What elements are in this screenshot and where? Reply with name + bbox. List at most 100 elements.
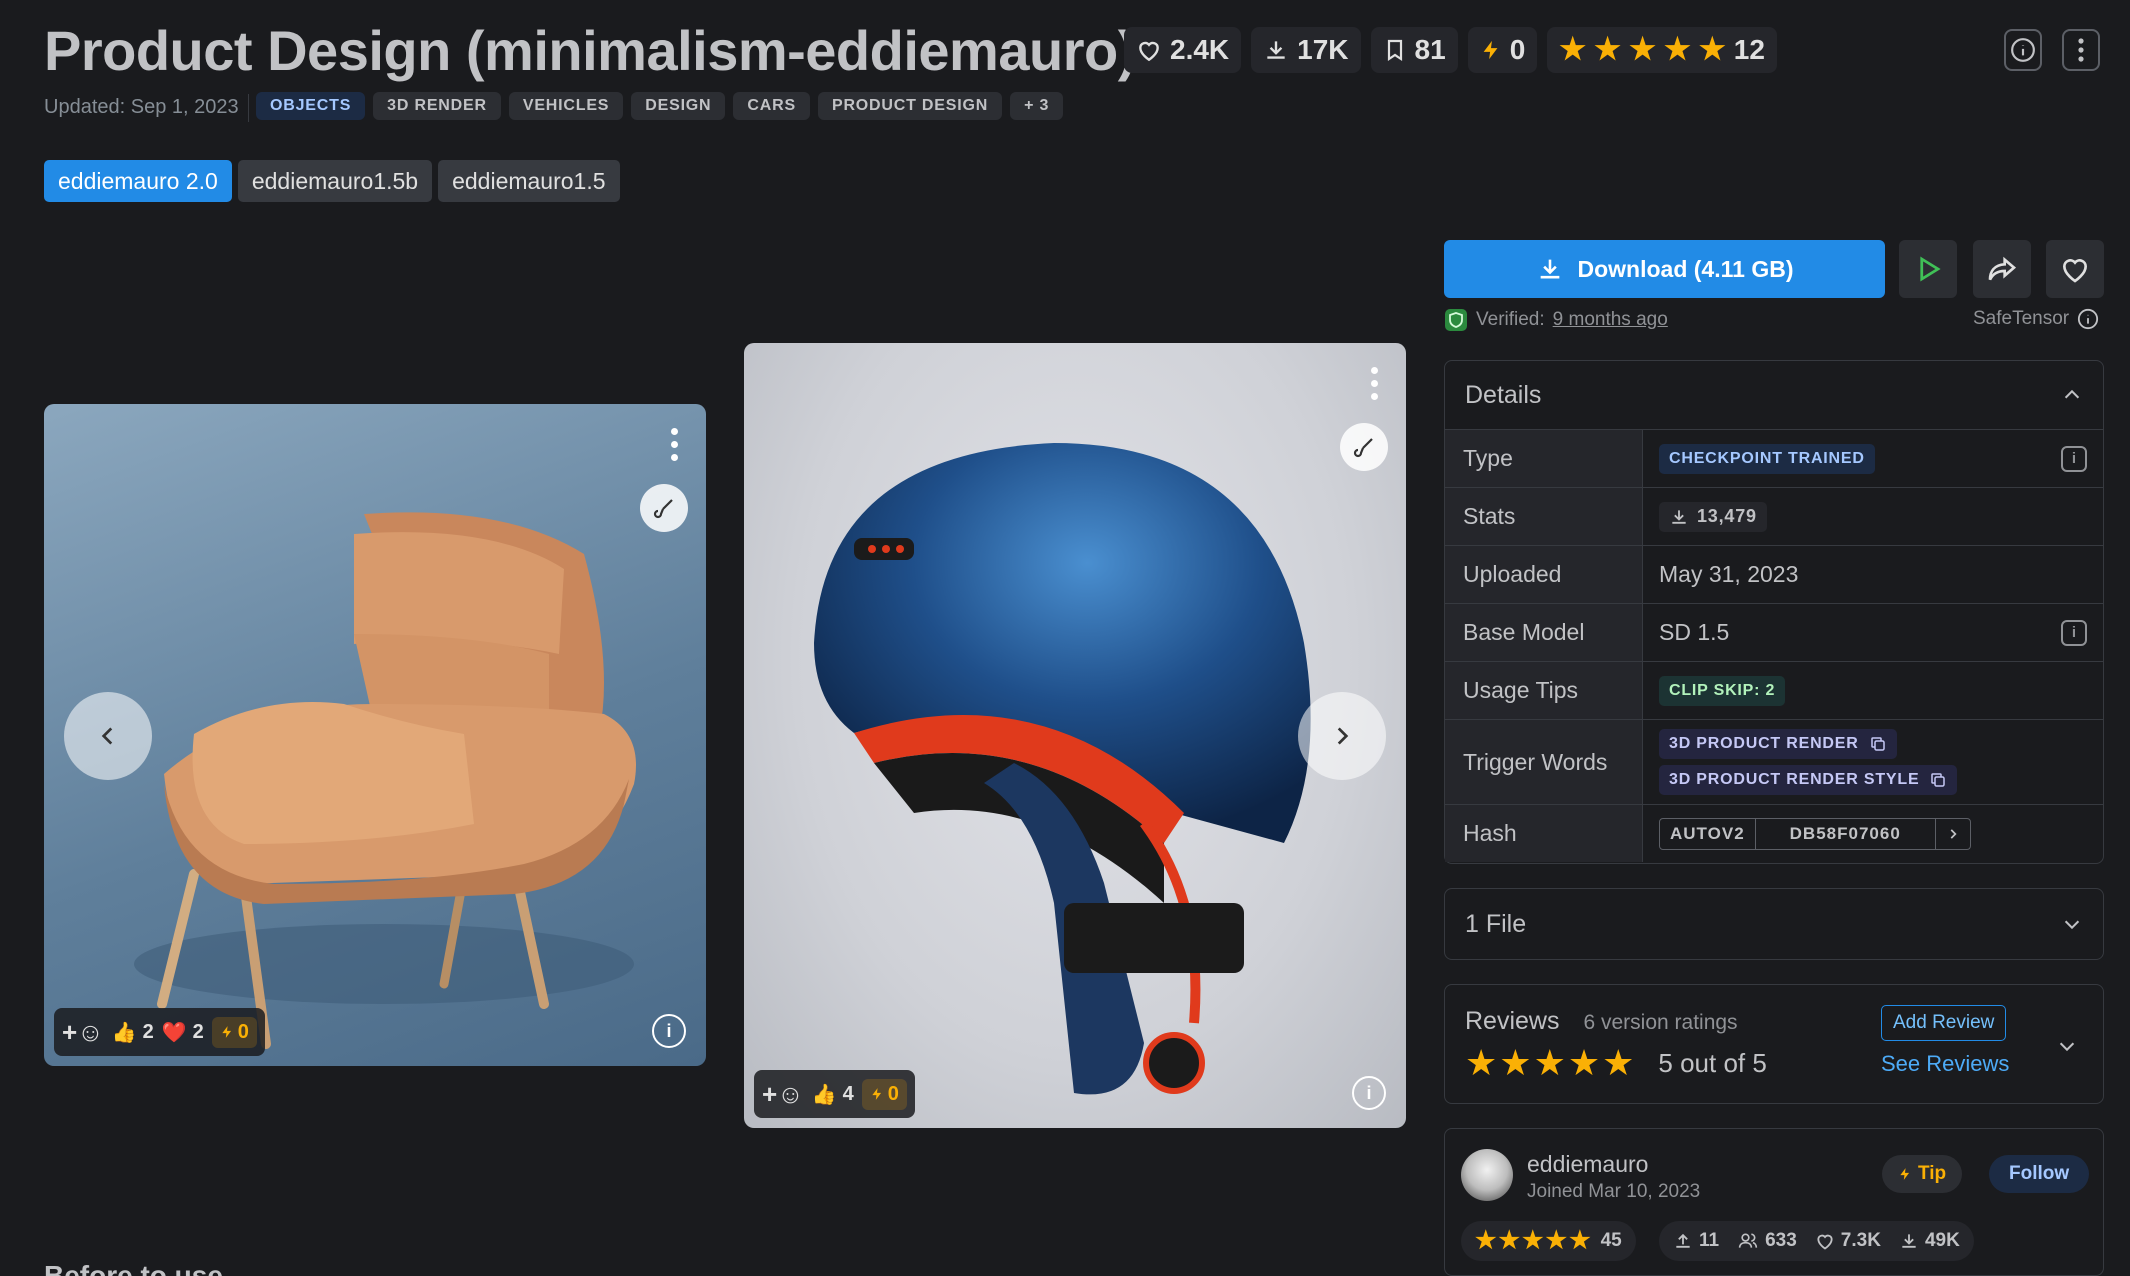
version-tab-2-0[interactable]: eddiemauro 2.0 bbox=[44, 160, 232, 202]
trigger-word-badge[interactable]: 3D PRODUCT RENDER bbox=[1659, 729, 1897, 759]
creator-joined: Joined Mar 10, 2023 bbox=[1527, 1181, 1701, 1202]
download-button[interactable]: Download (4.11 GB) bbox=[1444, 240, 1885, 298]
chevron-down-icon[interactable] bbox=[2056, 1035, 2078, 1057]
star-icon: ★ bbox=[1465, 1042, 1498, 1083]
details-header[interactable]: Details bbox=[1445, 361, 2103, 429]
downloads-value: 13,479 bbox=[1697, 506, 1757, 526]
downloads-count: 17K bbox=[1297, 34, 1349, 65]
image-info-button[interactable]: i bbox=[1352, 1076, 1386, 1110]
tag-more[interactable]: + 3 bbox=[1010, 92, 1064, 120]
thumbs-up-reaction[interactable]: 👍 2 bbox=[112, 1020, 154, 1045]
hash-value[interactable]: DB58F07060 bbox=[1754, 818, 1936, 849]
thumbs-up-reaction[interactable]: 👍 4 bbox=[812, 1082, 854, 1107]
format-label: SafeTensor bbox=[1973, 308, 2070, 329]
model-page: Product Design (minimalism-eddiemauro) 2… bbox=[0, 0, 2130, 1276]
image-menu-button[interactable] bbox=[1358, 363, 1390, 403]
buzz-reaction[interactable]: 0 bbox=[861, 1078, 907, 1110]
tag-product-design[interactable]: PRODUCT DESIGN bbox=[817, 92, 1003, 120]
files-header[interactable]: 1 File bbox=[1445, 889, 2103, 959]
image-info-button[interactable]: i bbox=[652, 1014, 686, 1048]
details-row-trigger-words: Trigger Words 3D PRODUCT RENDER 3D PRODU… bbox=[1445, 719, 2103, 804]
version-tab-1-5[interactable]: eddiemauro1.5 bbox=[438, 160, 620, 202]
thumbs-up-icon: 👍 bbox=[811, 1083, 837, 1106]
row-label: Base Model bbox=[1445, 604, 1643, 661]
downloads-stat[interactable]: 17K bbox=[1251, 27, 1361, 73]
run-button[interactable] bbox=[1899, 240, 1957, 298]
info-icon[interactable]: i bbox=[2061, 445, 2087, 472]
avatar[interactable] bbox=[1461, 1149, 1513, 1201]
add-review-button[interactable]: Add Review bbox=[1881, 1005, 2007, 1041]
heart-emoji-icon: ❤️ bbox=[161, 1021, 187, 1044]
divider bbox=[248, 94, 249, 122]
share-icon bbox=[1988, 256, 2017, 281]
heart-icon bbox=[1139, 41, 1159, 62]
creator-rating-count: 45 bbox=[1600, 1230, 1622, 1251]
share-button[interactable] bbox=[1973, 240, 2031, 298]
details-row-uploaded: Uploaded May 31, 2023 bbox=[1445, 545, 2103, 603]
hash-next-button[interactable] bbox=[1936, 819, 1970, 849]
followers-stat: 633 bbox=[1737, 1230, 1797, 1252]
follow-button[interactable]: Follow bbox=[1989, 1155, 2090, 1193]
star-icon: ★ bbox=[1629, 33, 1656, 66]
bolt-icon bbox=[222, 1026, 231, 1038]
carousel-next-button[interactable] bbox=[1298, 692, 1386, 780]
add-reaction-button[interactable]: +☺ bbox=[62, 1017, 104, 1048]
details-panel: Details Type CHECKPOINT TRAINED i Stats … bbox=[1444, 360, 2104, 864]
bolt-icon bbox=[1900, 1168, 1910, 1180]
base-model-value: SD 1.5 bbox=[1659, 619, 1730, 645]
star-icon: ★ bbox=[1567, 1042, 1601, 1083]
verified-time-link[interactable]: 9 months ago bbox=[1553, 309, 1668, 331]
header-stats: 2.4K 17K 81 0 ★ ★ ★ ★ ★ 12 bbox=[1124, 27, 1777, 73]
star-icon: ★ bbox=[1559, 33, 1587, 66]
tag-design[interactable]: DESIGN bbox=[631, 92, 726, 120]
info-button[interactable] bbox=[2004, 29, 2042, 71]
info-icon[interactable] bbox=[2077, 308, 2099, 330]
trigger-word-badge[interactable]: 3D PRODUCT RENDER STYLE bbox=[1659, 765, 1958, 795]
creator-rating[interactable]: ★ ★ ★ ★ ★ 45 bbox=[1461, 1221, 1636, 1261]
bookmarks-stat[interactable]: 81 bbox=[1370, 27, 1458, 73]
info-icon: i bbox=[1366, 1082, 1372, 1103]
gallery-image-helmet[interactable]: +☺ 👍 4 0 i bbox=[744, 343, 1406, 1128]
more-menu-button[interactable] bbox=[2062, 29, 2100, 71]
file-format: SafeTensor bbox=[1973, 308, 2099, 330]
tag-objects[interactable]: OBJECTS bbox=[256, 92, 366, 120]
remix-button[interactable] bbox=[1340, 423, 1388, 471]
row-label: Type bbox=[1445, 430, 1643, 487]
creator-card: eddiemauro Joined Mar 10, 2023 Tip Follo… bbox=[1444, 1128, 2104, 1276]
add-reaction-button[interactable]: +☺ bbox=[762, 1079, 804, 1110]
row-label: Uploaded bbox=[1445, 546, 1643, 603]
likes-count: 2.4K bbox=[1170, 34, 1230, 65]
favorite-button[interactable] bbox=[2046, 240, 2104, 298]
likes-stat[interactable]: 2.4K bbox=[1124, 27, 1242, 73]
creator-name[interactable]: eddiemauro bbox=[1527, 1151, 1648, 1178]
heart-count: 2 bbox=[192, 1020, 204, 1043]
kebab-icon bbox=[2078, 38, 2084, 62]
tag-cars[interactable]: CARS bbox=[733, 92, 810, 120]
gallery-image-chair[interactable]: +☺ 👍 2 ❤️ 2 0 i bbox=[44, 404, 706, 1066]
tip-button[interactable]: Tip bbox=[1882, 1155, 1963, 1193]
tag-3d-render[interactable]: 3D RENDER bbox=[373, 92, 501, 120]
see-reviews-link[interactable]: See Reviews bbox=[1881, 1051, 2009, 1077]
trigger-word-text: 3D PRODUCT RENDER bbox=[1669, 735, 1859, 752]
buzz-reaction[interactable]: 0 bbox=[211, 1016, 257, 1048]
rating-stat[interactable]: ★ ★ ★ ★ ★ 12 bbox=[1547, 27, 1777, 73]
remix-button[interactable] bbox=[640, 484, 688, 532]
buzz-stat[interactable]: 0 bbox=[1467, 27, 1538, 73]
carousel-prev-button[interactable] bbox=[64, 692, 152, 780]
files-panel[interactable]: 1 File bbox=[1444, 888, 2104, 960]
shield-check-icon bbox=[1445, 309, 1467, 331]
heart-reaction[interactable]: ❤️ 2 bbox=[162, 1020, 204, 1045]
page-title: Product Design (minimalism-eddiemauro) bbox=[44, 19, 1136, 82]
chevron-right-icon bbox=[1337, 727, 1349, 745]
image-menu-button[interactable] bbox=[658, 424, 690, 464]
bookmark-icon bbox=[1387, 39, 1402, 62]
hash-type[interactable]: AUTOV2 bbox=[1660, 819, 1755, 849]
version-tab-1-5b[interactable]: eddiemauro1.5b bbox=[237, 160, 433, 202]
reaction-bar: +☺ 👍 2 ❤️ 2 0 bbox=[54, 1008, 265, 1056]
chevron-up-icon bbox=[2064, 389, 2080, 399]
star-icon: ★ bbox=[1499, 1042, 1532, 1083]
creator-stats: 11 633 7.3K 49K bbox=[1659, 1221, 1974, 1261]
info-icon[interactable]: i bbox=[2061, 619, 2087, 646]
hash-control[interactable]: AUTOV2 DB58F07060 bbox=[1659, 817, 1971, 850]
tag-vehicles[interactable]: VEHICLES bbox=[508, 92, 624, 120]
